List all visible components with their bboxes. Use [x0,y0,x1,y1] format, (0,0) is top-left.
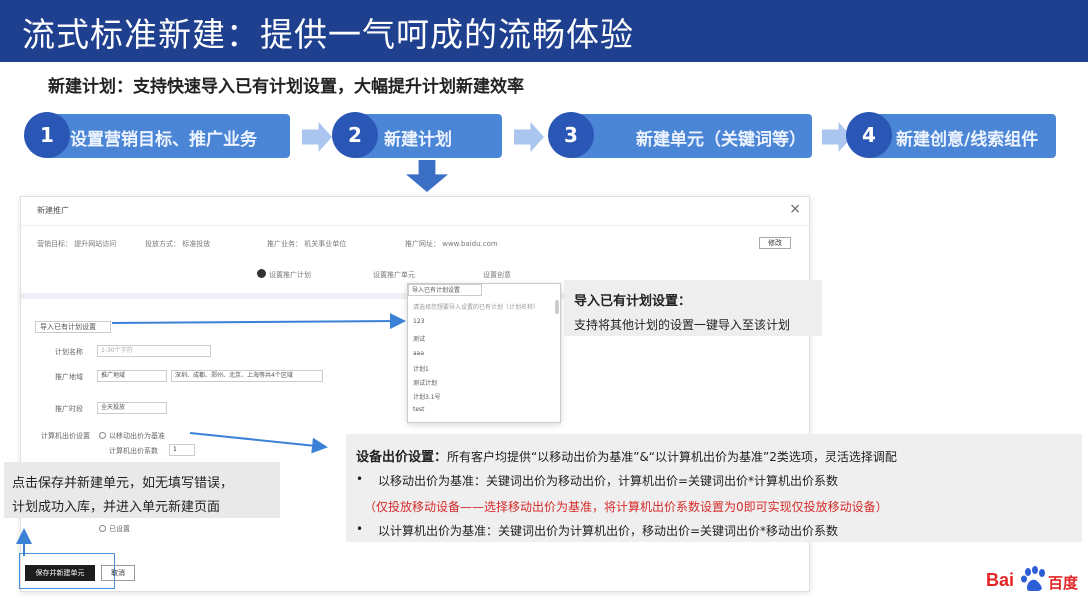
bid-radio[interactable] [99,432,106,439]
logo-text-bai: Bai [986,570,1015,590]
callout-bid-line2: （仅投放移动设备——选择移动出价为基准，将计算机出价系数设置为0即可实现仅投放移… [364,500,888,514]
cancel-button[interactable]: 取消 [101,565,135,581]
callout-save-line2: 计划成功入库，并进入单元新建页面 [12,500,221,515]
step-label-2: 新建计划 [384,130,452,150]
bullet-icon: • [356,472,364,486]
step-label-3: 新建单元（关键词等） [636,130,806,150]
step-label-1: 设置营销目标、推广业务 [70,130,257,150]
step-arrow-icon [514,122,544,152]
down-arrow-icon [406,160,448,192]
bid-ratio-label: 计算机出价系数 [109,447,158,455]
step-label-4: 新建创意/线索组件 [896,130,1039,150]
dropdown-item[interactable]: aaa [413,350,424,357]
info-goal: 营销目标： 提升网站访问 [37,240,117,248]
paw-icon [1021,566,1045,591]
callout-import-body: 支持将其他计划的设置一键导入至该计划 [574,318,791,332]
page-title: 流式标准新建：提供一气呵成的流畅体验 [22,15,634,54]
plan-name-label: 计划名称 [55,348,83,356]
bid-option-label: 以移动出价为基准 [109,432,165,440]
step-number-1: 1 [24,112,70,158]
plan-name-input[interactable]: 1-30个字符 [97,345,211,357]
step-number-2: 2 [332,112,378,158]
step-number-4: 4 [846,112,892,158]
dropdown-header[interactable]: 导入已有计划设置 [408,284,482,296]
region-label: 推广地域 [55,373,83,381]
schedule-label: 推广时段 [55,405,83,413]
page-subtitle: 新建计划：支持快速导入已有计划设置，大幅提升计划新建效率 [48,77,524,97]
callout-save-line1: 点击保存并新建单元，如无填写错误， [12,476,234,491]
baidu-logo: Bai 百度 [982,566,1082,594]
callout-bid-title: 设备出价设置： [356,450,448,465]
callout-bid-line1: 以移动出价为基准：关键词出价为移动出价，计算机出价=关键词出价*计算机出价系数 [378,474,839,488]
save-and-new-unit-button[interactable]: 保存并新建单元 [25,565,95,581]
dialog-title: 新建推广 [37,206,69,215]
dropdown-item[interactable]: 请选择您想要导入设置的已有计划（计划名称） [413,302,539,311]
info-url: 推广网址： www.baidu.com [405,240,498,248]
callout-import-title: 导入已有计划设置： [574,294,692,309]
dropdown-scrollbar[interactable] [555,300,559,314]
callout-device-bid: 设备出价设置：所有客户均提供“以移动出价为基准”&“以计算机出价为基准”2类选项… [346,434,1082,542]
bid-ratio-input[interactable]: 1 [169,444,195,456]
callout-bid-intro: 所有客户均提供“以移动出价为基准”&“以计算机出价为基准”2类选项，灵活选择调配 [447,450,897,464]
callout-save: 点击保存并新建单元，如无填写错误， 计划成功入库，并进入单元新建页面 [4,462,280,518]
import-dropdown[interactable]: 导入已有计划设置 请选择您想要导入设置的已有计划（计划名称） 123 测试 aa… [407,283,561,423]
callout-import-settings: 导入已有计划设置： 支持将其他计划的设置一键导入至该计划 [564,280,822,336]
bullet-icon: • [356,522,364,536]
edit-button[interactable]: 修改 [759,237,791,249]
region-select[interactable]: 推广地域 [97,370,167,382]
dropdown-item[interactable]: 123 [413,318,424,325]
callout-bid-line3: 以计算机出价为基准：关键词出价为计算机出价，移动出价=关键词出价*移动出价系数 [378,524,839,538]
other-radio-label: 已设置 [109,525,130,533]
schedule-select[interactable]: 全天投放 [97,402,167,414]
step-number-3: 3 [548,112,594,158]
dropdown-item[interactable]: 测试计划 [413,378,437,387]
title-bar: 流式标准新建：提供一气呵成的流畅体验 [0,0,1088,62]
info-business: 推广业务： 机关事业单位 [267,240,347,248]
close-icon[interactable]: × [789,201,801,217]
dropdown-item[interactable]: 计划1 [413,364,429,373]
callout-bid-header: 设备出价设置：所有客户均提供“以移动出价为基准”&“以计算机出价为基准”2类选项… [356,446,897,465]
import-settings-button[interactable]: 导入已有计划设置 [35,321,111,333]
step-arrow-icon [302,122,332,152]
current-step-dot [257,269,266,278]
dropdown-item[interactable]: 计划3.1号 [413,392,441,401]
dialog-step-1: 设置推广计划 [269,271,311,279]
dialog-step-2: 设置推广单元 [373,271,415,279]
dialog-step-3: 设置创意 [483,271,511,279]
bid-setting-label: 计算机出价设置 [41,432,90,440]
divider [21,225,809,226]
dropdown-item[interactable]: test [413,406,425,413]
region-tags[interactable]: 深圳、成都、郑州、北京、上海等共4个区域 [171,370,323,382]
other-radio[interactable] [99,525,106,532]
logo-text-cn: 百度 [1048,574,1079,592]
info-delivery: 投放方式： 标准投放 [145,240,211,248]
dropdown-item[interactable]: 测试 [413,334,425,343]
